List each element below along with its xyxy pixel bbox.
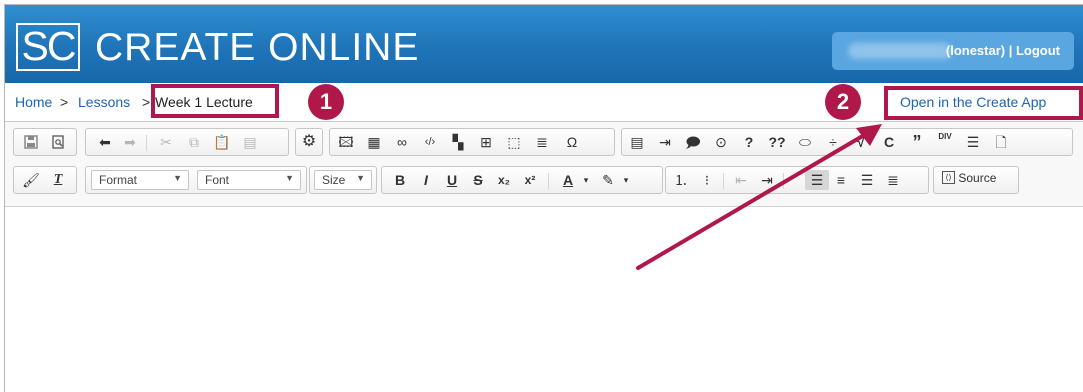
shape-icon[interactable]: ⬭ (795, 132, 815, 152)
align-left-icon[interactable]: ☰ (805, 170, 829, 190)
toolbar-separator (783, 173, 784, 189)
toolbar-group-custom: ▤ ⇥ 🗩 ⊙ ? ?? ⬭ ÷ √ C ” DIV ☰ 🗋 (621, 128, 1073, 156)
align-center-icon[interactable]: ≡ (831, 170, 851, 190)
quote-icon[interactable]: ” (907, 132, 927, 152)
breadcrumb-separator: > (142, 94, 151, 110)
chevron-down-icon: ▼ (173, 173, 182, 183)
clear-format-icon[interactable]: T (48, 170, 68, 190)
highlight-box-open-app (884, 86, 1083, 120)
table-icon[interactable]: ⊞ (476, 132, 496, 152)
toolbar-group-text-style: B I U S x₂ x² A ▾ ✎ ▾ (381, 166, 663, 194)
toolbar-separator (146, 135, 147, 151)
breadcrumb: Home > Lessons > Week 1 Lecture Open in … (5, 83, 1083, 121)
toolbar-separator (548, 173, 549, 189)
toolbar-group-insert: 🖾 ▦ ∞ ‹/› ▚ ⊞ ⬚ ≣ Ω (329, 128, 615, 156)
save-icon[interactable] (21, 132, 41, 152)
toolbar-group-clean: 🖌 T (13, 166, 77, 194)
step-badge-2: 2 (825, 84, 861, 120)
toolbar-group-source: ⟨⟩ Source (933, 166, 1019, 194)
toolbar-group-paragraph: ⒈ ⁝ ⇤ ⇥ ☰ ≡ ☰ ≣ (665, 166, 929, 194)
font-select-label: Font (205, 173, 230, 187)
align-right-icon[interactable]: ☰ (857, 170, 877, 190)
paste-text-icon[interactable]: ▤ (240, 132, 260, 152)
font-select[interactable]: Font ▼ (197, 170, 301, 190)
preview-icon[interactable] (48, 132, 68, 152)
app-header: SC CREATE ONLINE (lonestar) | Logout (5, 5, 1083, 83)
source-label: Source (958, 170, 997, 185)
chevron-down-icon[interactable]: ▾ (616, 170, 636, 190)
format-select-label: Format (99, 173, 138, 187)
italic-button[interactable]: I (416, 170, 436, 190)
outdent-icon[interactable]: ⇤ (731, 170, 751, 190)
user-name-redacted (848, 43, 952, 59)
toolbar-group-size: Size ▼ (309, 166, 377, 194)
link-icon[interactable]: ∞ (392, 132, 412, 152)
cut-icon[interactable]: ✂ (156, 132, 176, 152)
toolbar-separator (723, 173, 724, 189)
app-title: CREATE ONLINE (95, 26, 420, 69)
indent-icon[interactable]: ⇥ (757, 170, 777, 190)
copy-icon[interactable]: ⧉ (184, 132, 204, 152)
step-badge-1: 1 (308, 84, 344, 120)
undo-icon[interactable]: ⬅ (95, 132, 115, 152)
user-menu[interactable]: (lonestar) | Logout (832, 32, 1074, 70)
question-icon[interactable]: ? (739, 132, 759, 152)
gear-icon[interactable]: ⚙ (299, 132, 319, 152)
double-question-icon[interactable]: ?? (767, 132, 787, 152)
source-icon: ⟨⟩ (942, 171, 955, 185)
chevron-down-icon[interactable]: ▾ (576, 170, 596, 190)
brush-icon[interactable]: 🖌 (21, 170, 41, 190)
breadcrumb-separator: > (60, 94, 69, 110)
play-icon[interactable]: ⊙ (711, 132, 731, 152)
toolbar-group-plugin: ⚙ (295, 128, 323, 156)
comment-icon[interactable]: 🗩 (683, 132, 703, 152)
breadcrumb-home-link[interactable]: Home (15, 94, 52, 110)
toolbar-group-clipboard: ⬅ ➡ ✂ ⧉ 📋 ▤ (85, 128, 289, 156)
line-spacing-icon[interactable]: ≣ (532, 132, 552, 152)
underline-button[interactable]: U (442, 170, 462, 190)
math-fraction-icon[interactable]: ÷ (823, 132, 843, 152)
app-logo[interactable]: SC (16, 23, 80, 71)
logout-link[interactable]: (lonestar) | Logout (946, 43, 1060, 58)
chevron-down-icon: ▼ (356, 173, 365, 183)
chevron-down-icon: ▼ (285, 173, 294, 183)
code-icon[interactable]: ‹/› (420, 132, 440, 152)
div-icon[interactable]: DIV (935, 132, 955, 152)
bulleted-list-icon[interactable]: ⁝ (697, 170, 717, 190)
c-glyph-icon[interactable]: C (879, 132, 899, 152)
numbered-list-icon[interactable]: ⒈ (671, 170, 691, 190)
block-icon[interactable]: ☰ (963, 132, 983, 152)
align-justify-icon[interactable]: ≣ (883, 170, 903, 190)
bookmark-icon[interactable]: ⬚ (504, 132, 524, 152)
sqrt-icon[interactable]: √ (851, 132, 871, 152)
redo-icon[interactable]: ➡ (120, 132, 140, 152)
source-button[interactable]: ⟨⟩ Source (942, 170, 996, 190)
page-icon[interactable]: 🗋 (991, 132, 1011, 152)
format-select[interactable]: Format ▼ (91, 170, 189, 190)
toolbar-group-document (13, 128, 77, 156)
bold-button[interactable]: B (390, 170, 410, 190)
text-color-button[interactable]: A (558, 170, 578, 190)
size-select[interactable]: Size ▼ (314, 170, 372, 190)
image-icon[interactable]: 🖾 (336, 132, 356, 152)
rich-text-editor: ⬅ ➡ ✂ ⧉ 📋 ▤ ⚙ 🖾 ▦ ∞ ‹/› ▚ ⊞ ⬚ ≣ Ω ▤ ⇥ 🗩 … (5, 121, 1083, 392)
editor-content-area[interactable] (5, 208, 1083, 392)
highlight-box-breadcrumb (151, 84, 279, 118)
subscript-button[interactable]: x₂ (494, 170, 514, 190)
breadcrumb-lessons-link[interactable]: Lessons (78, 94, 130, 110)
superscript-button[interactable]: x² (520, 170, 540, 190)
omega-icon[interactable]: Ω (562, 132, 582, 152)
media-icon[interactable]: ▦ (364, 132, 384, 152)
template-icon[interactable]: ▤ (627, 132, 647, 152)
indent-list-icon[interactable]: ⇥ (655, 132, 675, 152)
size-select-label: Size (322, 173, 346, 187)
strikethrough-button[interactable]: S (468, 170, 488, 190)
toolbar-group-format: Format ▼ Font ▼ (85, 166, 307, 194)
editor-toolbar: ⬅ ➡ ✂ ⧉ 📋 ▤ ⚙ 🖾 ▦ ∞ ‹/› ▚ ⊞ ⬚ ≣ Ω ▤ ⇥ 🗩 … (5, 122, 1083, 207)
highlight-color-button[interactable]: ✎ (598, 170, 618, 190)
widget-icon[interactable]: ▚ (448, 132, 468, 152)
paste-icon[interactable]: 📋 (212, 132, 232, 152)
